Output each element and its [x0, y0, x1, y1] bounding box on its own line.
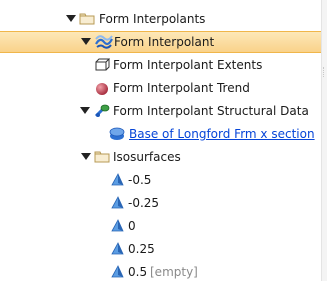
tree-label: Form Interpolant: [114, 35, 215, 49]
tree-label: Form Interpolant Trend: [113, 81, 250, 95]
tree-label: 0.25: [128, 242, 155, 256]
expand-arrow-icon[interactable]: [80, 146, 92, 168]
tree-row-isosurface[interactable]: 0: [0, 215, 322, 237]
tree-row-base-longford[interactable]: Base of Longford Frm x section: [0, 123, 322, 145]
tree-label: 0.5: [128, 265, 148, 279]
structural-data-icon: [94, 100, 112, 122]
tree-label: Form Interpolant Extents: [113, 58, 263, 72]
expand-arrow-icon[interactable]: [80, 31, 92, 53]
project-tree: Form Interpolants Form Interpolant Form …: [0, 0, 327, 281]
isosurface-triangle-icon: [109, 215, 127, 237]
isosurface-triangle-icon: [109, 261, 127, 283]
folder-icon: [94, 146, 112, 168]
tree-row-trend[interactable]: Form Interpolant Trend: [0, 77, 322, 99]
tree-row-structural-data[interactable]: Form Interpolant Structural Data: [0, 100, 322, 122]
empty-note: [empty]: [150, 265, 198, 279]
splitter-grip-icon[interactable]: [323, 67, 326, 77]
folder-icon: [79, 8, 97, 30]
isosurface-triangle-icon: [109, 169, 127, 191]
tree-label: 0: [128, 219, 136, 233]
tree-row-isosurface[interactable]: -0.5: [0, 169, 322, 191]
tree-row-isosurface[interactable]: 0.5 [empty]: [0, 261, 322, 283]
tree-row-isosurfaces[interactable]: Isosurfaces: [0, 146, 322, 168]
trend-icon: [94, 77, 112, 99]
form-interpolant-icon: [95, 31, 113, 53]
tree-label: -0.5: [128, 173, 152, 187]
isosurface-triangle-icon: [109, 238, 127, 260]
expand-arrow-icon[interactable]: [79, 100, 91, 122]
tree-row-form-interpolant[interactable]: Form Interpolant: [0, 31, 322, 53]
panel-splitter[interactable]: [321, 0, 327, 281]
tree-label: Form Interpolants: [99, 12, 206, 26]
tree-row-isosurface[interactable]: -0.25: [0, 192, 322, 214]
isosurface-triangle-icon: [109, 192, 127, 214]
expand-arrow-icon[interactable]: [65, 8, 77, 30]
extents-icon: [94, 54, 112, 76]
tree-link-label[interactable]: Base of Longford Frm x section: [129, 127, 315, 141]
tree-row-form-interpolants[interactable]: Form Interpolants: [0, 8, 322, 30]
tree-row-extents[interactable]: Form Interpolant Extents: [0, 54, 322, 76]
surface-link-icon: [108, 123, 126, 145]
tree-label: Form Interpolant Structural Data: [113, 104, 309, 118]
tree-label: -0.25: [128, 196, 160, 210]
tree-row-isosurface[interactable]: 0.25: [0, 238, 322, 260]
tree-label: Isosurfaces: [113, 150, 181, 164]
